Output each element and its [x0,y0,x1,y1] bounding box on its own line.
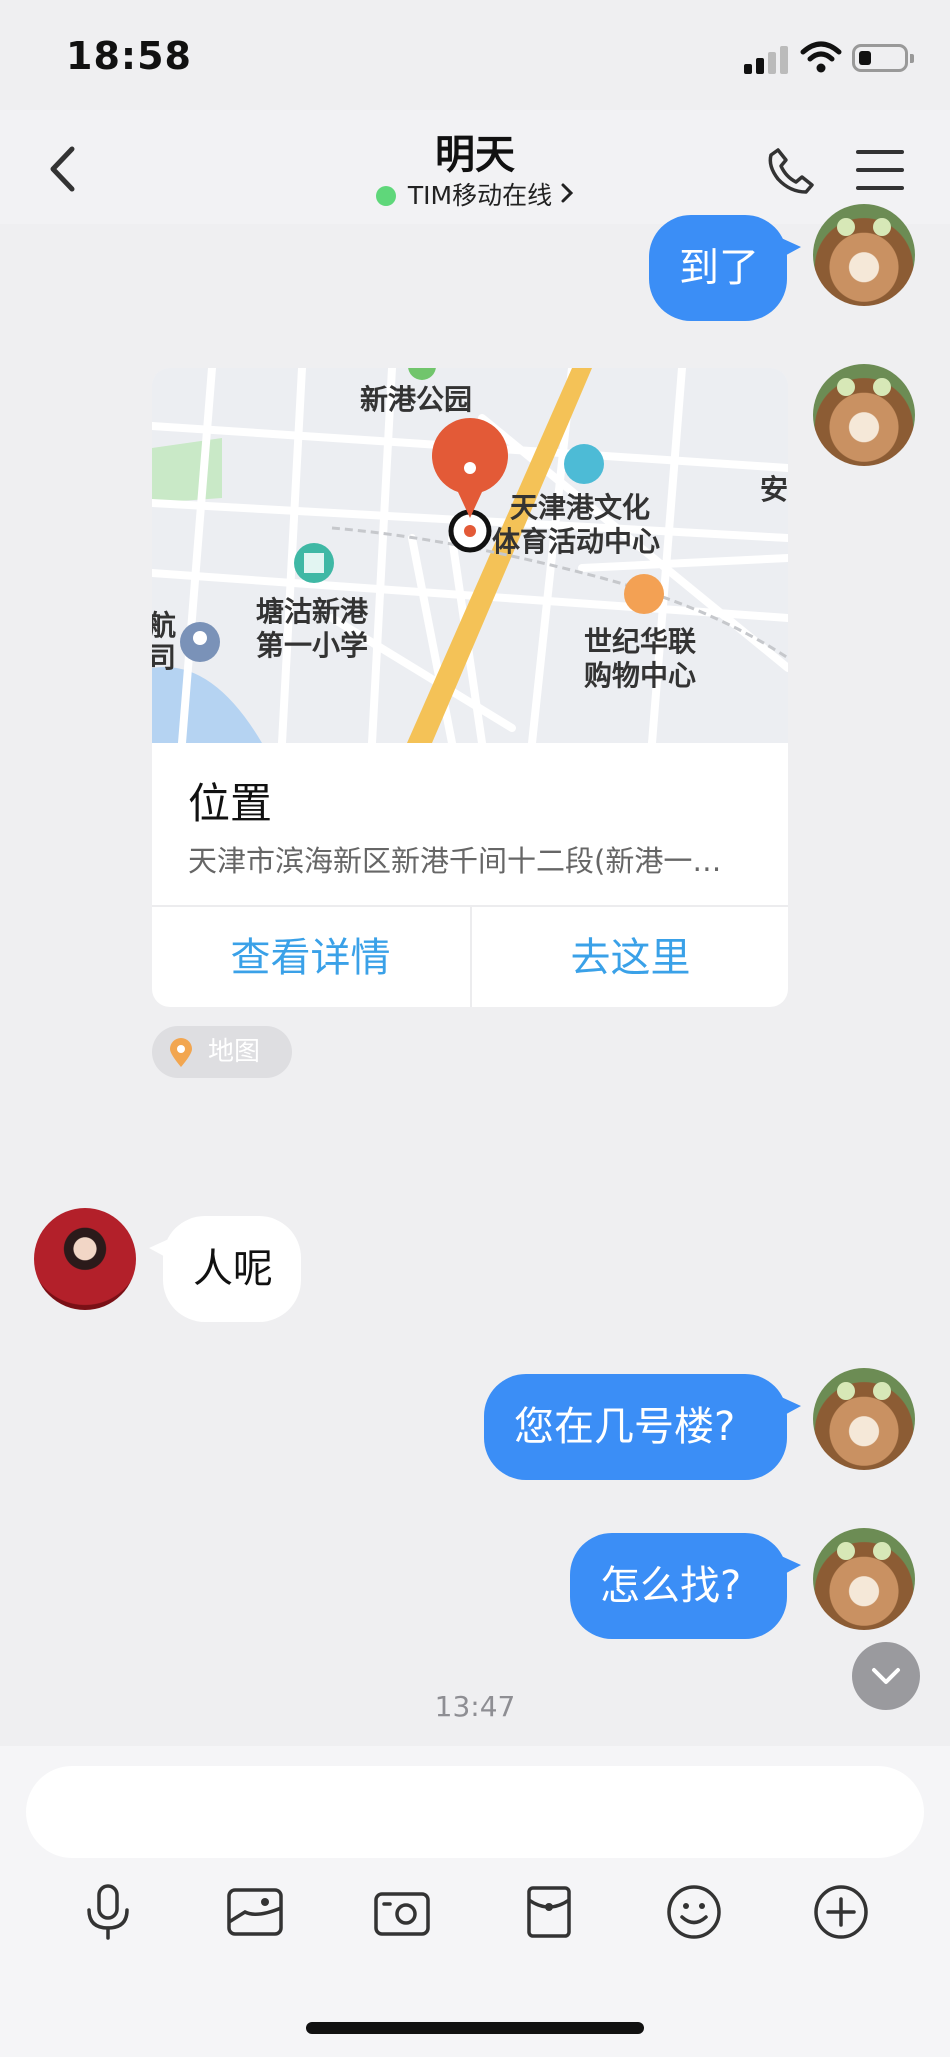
cellular-signal-icon [744,46,788,74]
message-timestamp: 13:47 [434,1690,516,1723]
map-pin-icon [170,1038,192,1067]
map-source-label: 地图 [208,1037,261,1067]
emoji-icon[interactable] [664,1882,724,1942]
my-avatar[interactable] [813,1368,915,1470]
location-address: 天津市滨海新区新港千间十二段(新港一… [188,844,722,878]
message-bubble-outgoing[interactable]: 怎么找? [570,1533,801,1639]
battery-icon [852,44,914,72]
navigate-button[interactable]: 去这里 [470,907,788,1007]
status-bar: 18:58 [0,0,950,110]
my-avatar[interactable] [813,364,915,466]
camera-icon[interactable] [372,1882,432,1942]
map-label: 体育活动中心 [492,525,661,558]
home-indicator [306,2022,644,2034]
message-bubble-outgoing[interactable]: 您在几号楼? [484,1374,801,1480]
map-label: 新港公园 [360,383,473,416]
input-area [0,1746,950,2057]
location-actions: 查看详情 去这里 [152,905,788,1007]
message-input[interactable] [26,1766,924,1858]
contact-avatar[interactable] [34,1208,136,1310]
map-label: 购物中心 [584,659,697,692]
location-card[interactable]: 新港公园 天津港文化 体育活动中心 塘沽新港 第一小学 世纪华联 购物中心 安 … [152,368,788,1007]
my-avatar[interactable] [813,1528,915,1630]
location-title: 位置 [188,779,273,828]
map-preview[interactable]: 新港公园 天津港文化 体育活动中心 塘沽新港 第一小学 世纪华联 购物中心 安 … [152,368,788,743]
status-time: 18:58 [66,34,192,78]
chat-header: 明天 TIM移动在线 [0,110,950,224]
chevron-right-icon [561,183,574,203]
online-dot-icon [375,186,396,206]
map-source-tag[interactable]: 地图 [152,1026,292,1078]
online-status-text: TIM移动在线 [407,181,553,210]
red-packet-icon[interactable] [519,1882,579,1942]
image-icon[interactable] [225,1882,285,1942]
my-avatar[interactable] [813,204,915,306]
phone-icon[interactable] [766,146,816,196]
menu-icon[interactable] [856,148,904,192]
message-bubble-outgoing[interactable]: 到了 [649,215,801,321]
message-bubble-incoming[interactable]: 人呢 [149,1216,301,1322]
view-details-button[interactable]: 查看详情 [152,907,469,1007]
map-label: 安 [760,473,788,506]
map-label: 第一小学 [256,629,369,662]
mic-icon[interactable] [78,1882,138,1942]
plus-icon[interactable] [811,1882,871,1942]
wifi-icon [800,41,842,73]
map-label: 司 [152,641,177,674]
